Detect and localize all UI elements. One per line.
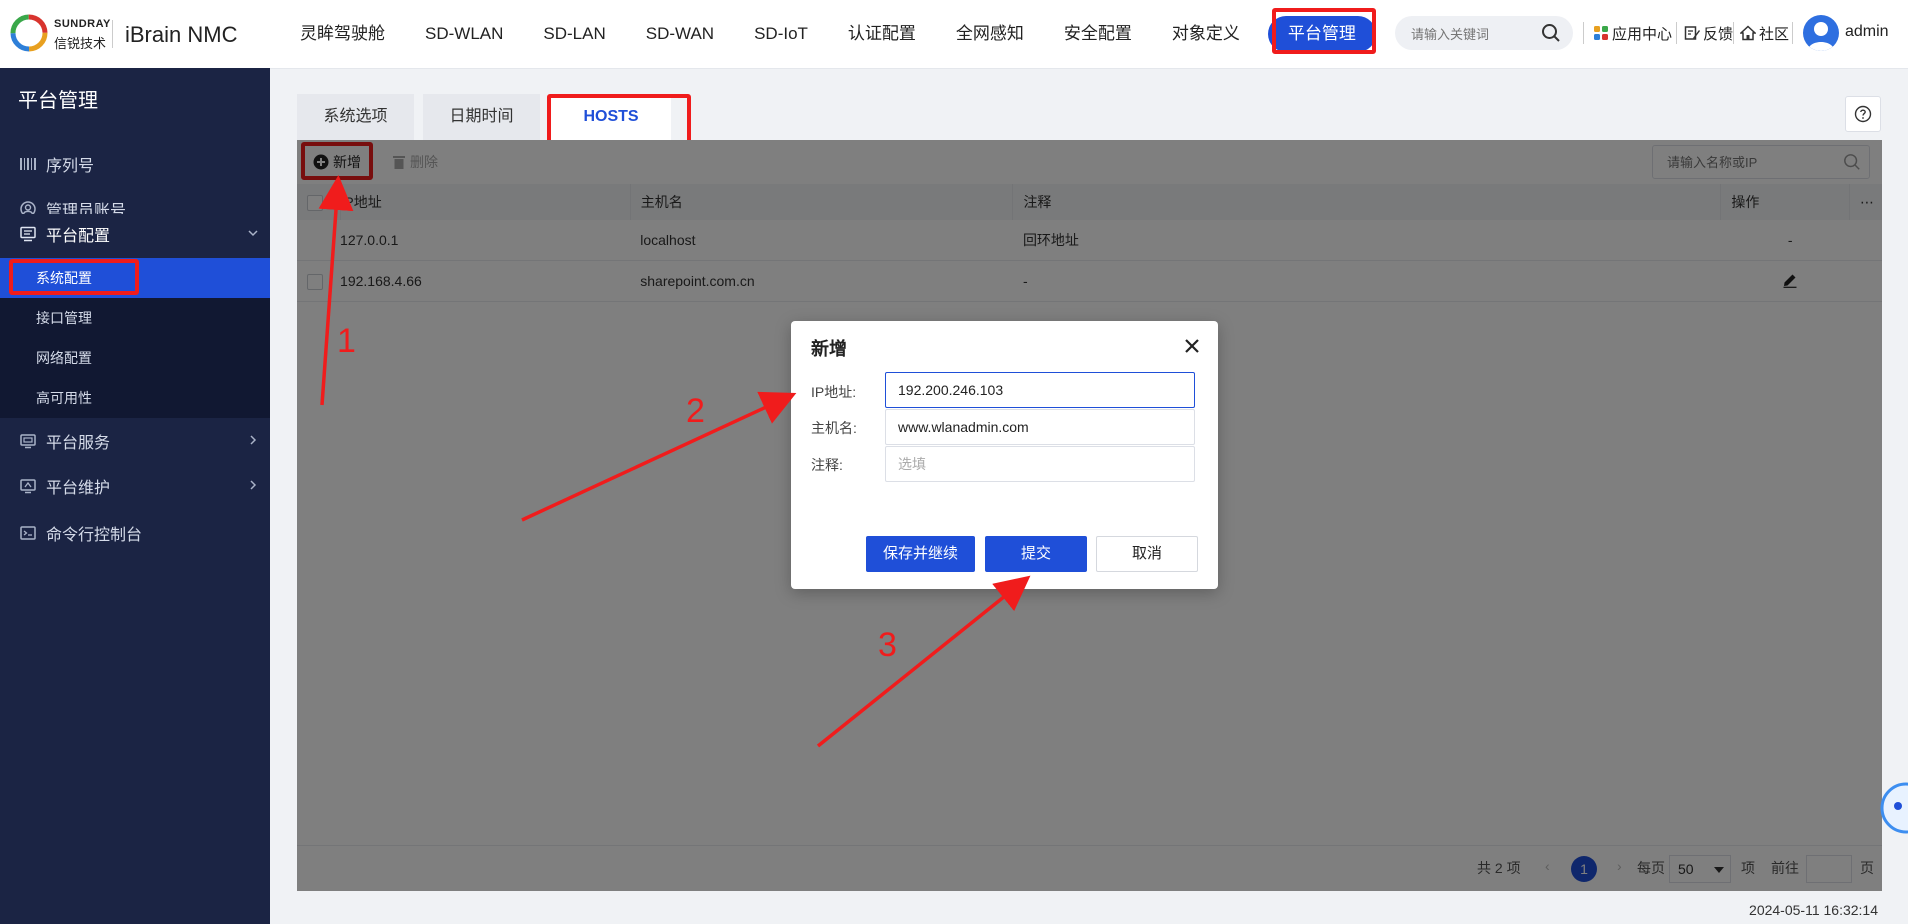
main-nav: 灵眸驾驶舱 SD-WLAN SD-LAN SD-WAN SD-IoT 认证配置 … bbox=[280, 16, 1376, 52]
sidebar-item-label: 平台维护 bbox=[46, 480, 111, 497]
ip-field-label: IP地址: bbox=[811, 384, 857, 400]
sidebar: 平台管理 序列号 管理员账号 平台配置 系统配置 接口管理 网络配置 高可用性 … bbox=[0, 68, 270, 924]
ip-address-field[interactable] bbox=[885, 372, 1195, 408]
tab-date-time[interactable]: 日期时间 bbox=[423, 94, 540, 140]
global-search-input[interactable] bbox=[1409, 16, 1553, 52]
highlight-box-hosts-tab bbox=[547, 94, 691, 144]
help-button[interactable] bbox=[1845, 96, 1881, 132]
toolbar-separator bbox=[1676, 22, 1677, 44]
sidebar-group-platform-config[interactable]: 平台配置 bbox=[0, 214, 270, 254]
highlight-box-system-config bbox=[9, 259, 139, 295]
logo-divider bbox=[112, 20, 113, 48]
barcode-icon bbox=[18, 157, 38, 171]
search-icon[interactable] bbox=[1541, 23, 1561, 43]
sidebar-item-serial[interactable]: 序列号 bbox=[0, 144, 270, 184]
dialog-title: 新增 bbox=[811, 339, 847, 359]
terminal-icon bbox=[18, 525, 38, 541]
feedback-edit-icon bbox=[1684, 26, 1700, 40]
nav-item-cockpit[interactable]: 灵眸驾驶舱 bbox=[280, 16, 405, 52]
sidebar-title: 平台管理 bbox=[18, 90, 98, 112]
cancel-button[interactable]: 取消 bbox=[1096, 536, 1198, 572]
highlight-box-nav bbox=[1272, 8, 1376, 54]
sidebar-item-platform-service[interactable]: 平台服务 bbox=[0, 421, 270, 461]
submit-button[interactable]: 提交 bbox=[985, 536, 1087, 572]
chevron-right-icon bbox=[250, 435, 257, 445]
feedback-label: 反馈 bbox=[1703, 25, 1734, 43]
product-name: iBrain NMC bbox=[125, 22, 238, 47]
nav-item-sd-lan[interactable]: SD-LAN bbox=[523, 16, 625, 52]
community-button[interactable]: 社区 bbox=[1740, 22, 1789, 44]
app-grid-icon bbox=[1594, 26, 1608, 40]
nav-item-auth[interactable]: 认证配置 bbox=[828, 16, 936, 52]
nav-item-perception[interactable]: 全网感知 bbox=[936, 16, 1044, 52]
nav-item-objects[interactable]: 对象定义 bbox=[1152, 16, 1260, 52]
nav-item-sd-wan[interactable]: SD-WAN bbox=[626, 16, 734, 52]
sidebar-subitem-network[interactable]: 网络配置 bbox=[0, 338, 270, 378]
sidebar-subitem-ha[interactable]: 高可用性 bbox=[0, 378, 270, 418]
toolbar-separator bbox=[1583, 22, 1584, 44]
hostname-field[interactable] bbox=[885, 409, 1195, 445]
nav-item-sd-wlan[interactable]: SD-WLAN bbox=[405, 16, 523, 52]
monitor-settings-icon bbox=[18, 226, 38, 242]
help-icon bbox=[1854, 105, 1872, 123]
user-avatar-icon bbox=[1808, 22, 1834, 51]
home-icon bbox=[1740, 25, 1756, 41]
feedback-button[interactable]: 反馈 bbox=[1684, 22, 1733, 44]
brand-cn: 信锐技术 bbox=[54, 36, 107, 51]
chevron-right-icon bbox=[250, 480, 257, 490]
sidebar-item-label: 序列号 bbox=[46, 158, 95, 175]
assistant-robot-icon[interactable] bbox=[1878, 780, 1908, 836]
close-icon[interactable] bbox=[1181, 335, 1203, 357]
sidebar-item-label: 平台服务 bbox=[46, 435, 111, 452]
step-label-2: 2 bbox=[686, 392, 705, 430]
note-field[interactable] bbox=[885, 446, 1195, 482]
toolbar-separator bbox=[1792, 22, 1793, 44]
brand-en: SUNDRAY bbox=[54, 18, 111, 30]
app-center-button[interactable]: 应用中心 bbox=[1593, 22, 1672, 44]
sidebar-item-label: 命令行控制台 bbox=[46, 527, 143, 544]
chevron-down-icon bbox=[248, 230, 258, 237]
sidebar-item-platform-maintenance[interactable]: 平台维护 bbox=[0, 466, 270, 506]
hostname-field-label: 主机名: bbox=[811, 420, 857, 436]
nav-item-security[interactable]: 安全配置 bbox=[1044, 16, 1152, 52]
nav-item-sd-iot[interactable]: SD-IoT bbox=[734, 16, 828, 52]
save-continue-button[interactable]: 保存并继续 bbox=[866, 536, 975, 572]
avatar[interactable] bbox=[1803, 15, 1839, 51]
toolbar-separator bbox=[1733, 22, 1734, 44]
community-label: 社区 bbox=[1759, 25, 1790, 43]
sundray-logo-icon bbox=[10, 14, 48, 52]
step-label-1: 1 bbox=[337, 322, 356, 360]
tab-system-options[interactable]: 系统选项 bbox=[297, 94, 414, 140]
maintenance-icon bbox=[18, 478, 38, 494]
username[interactable]: admin bbox=[1845, 23, 1889, 41]
sidebar-item-cli-console[interactable]: 命令行控制台 bbox=[0, 513, 270, 553]
app-center-label: 应用中心 bbox=[1612, 25, 1673, 43]
sidebar-subitem-interface[interactable]: 接口管理 bbox=[0, 298, 270, 338]
note-field-label: 注释: bbox=[811, 457, 843, 473]
sidebar-item-label: 平台配置 bbox=[46, 228, 111, 245]
service-icon bbox=[18, 433, 38, 449]
timestamp: 2024-05-11 16:32:14 bbox=[1749, 902, 1878, 918]
top-bar: SUNDRAY 信锐技术 iBrain NMC 灵眸驾驶舱 SD-WLAN SD… bbox=[0, 0, 1908, 69]
step-label-3: 3 bbox=[878, 626, 897, 664]
add-host-dialog: 新增 IP地址: 主机名: 注释: 保存并继续 提交 取消 bbox=[791, 321, 1218, 589]
global-search[interactable] bbox=[1395, 16, 1573, 52]
